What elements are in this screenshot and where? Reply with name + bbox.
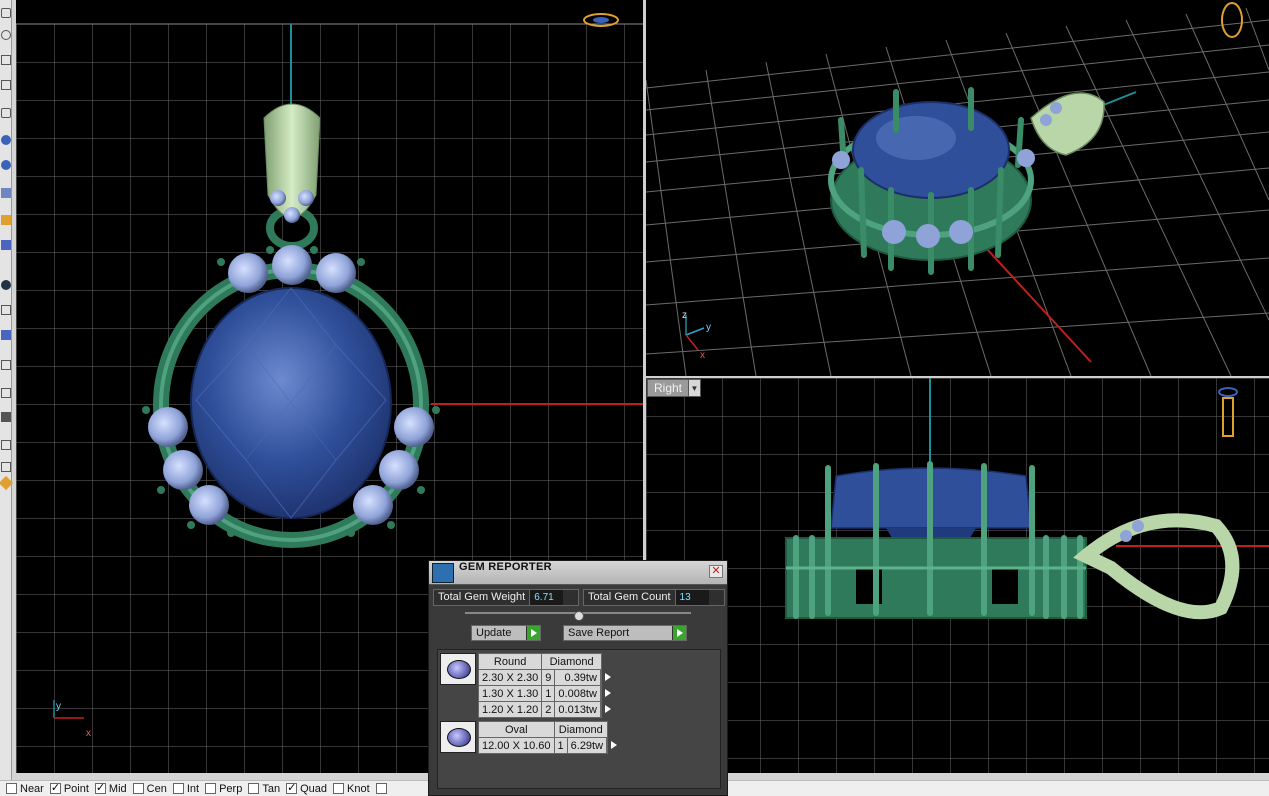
arc-tool-icon[interactable] [1, 108, 11, 118]
sphere-tool-icon[interactable] [1, 135, 11, 145]
play-icon [526, 626, 540, 640]
total-gem-weight: Total Gem Weight 6.71 [433, 589, 579, 606]
checkbox[interactable] [94, 781, 106, 794]
right-viewport[interactable] [646, 378, 1269, 773]
rotate-tool-icon[interactable] [1, 412, 11, 422]
table-header: Oval Diamond [478, 721, 609, 738]
panel-slider-knob[interactable] [574, 611, 584, 621]
select-row-button[interactable] [599, 669, 612, 686]
circle-tool-icon[interactable] [1, 30, 11, 40]
dialog-title: GEM REPORTER [459, 561, 552, 573]
checkbox[interactable] [172, 783, 184, 794]
gem-table: Oval Diamond 12.00 X 10.60 1 6.29tw [478, 721, 618, 754]
analyze-tool-icon[interactable] [0, 475, 14, 491]
table-row[interactable]: 1.30 X 1.30 1 0.008tw [477, 685, 612, 702]
box-tool-icon[interactable] [1, 80, 11, 90]
osnap-perp[interactable]: Perp [205, 783, 242, 795]
table-row[interactable]: 2.30 X 2.30 9 0.39tw [477, 669, 612, 686]
scale-tool-icon[interactable] [1, 440, 11, 450]
table-row[interactable]: 12.00 X 10.60 1 6.29tw [478, 737, 618, 754]
osnap-near[interactable]: Near [6, 783, 44, 795]
total-gem-count: Total Gem Count 13 [583, 589, 725, 606]
select-row-button[interactable] [599, 685, 612, 702]
mirror-tool-icon[interactable] [1, 462, 11, 472]
rhino-workspace: y x z y x Right ▼ Near ✓ Point ✓ Mid Cen… [0, 0, 1269, 796]
viewport-tab-label: Right [654, 381, 683, 395]
select-row-button[interactable] [606, 737, 618, 754]
persp-view-ring-icon[interactable] [1221, 2, 1243, 38]
gem-reporter-icon [432, 563, 454, 583]
move-tool-icon[interactable] [1, 388, 11, 398]
osnap-more[interactable] [375, 783, 390, 794]
gem-table: Round Diamond 2.30 X 2.30 9 0.39tw 1.30 … [477, 653, 612, 718]
persp-axis-x-label: x [700, 350, 705, 361]
checkbox[interactable] [248, 783, 260, 794]
dialog-titlebar[interactable]: GEM REPORTER ✕ [429, 561, 727, 585]
persp-axis-z-label: z [682, 310, 687, 321]
viewport-tab-right[interactable]: Right ▼ [647, 379, 702, 397]
play-icon [672, 626, 686, 640]
transform-tool-icon[interactable] [1, 305, 11, 315]
checkbox[interactable] [333, 783, 344, 794]
dimension-tool-icon[interactable] [1, 360, 11, 370]
osnap-quad[interactable]: Quad [286, 781, 327, 795]
osnap-mid[interactable]: Mid [94, 781, 127, 795]
save-report-button[interactable]: Save Report [563, 625, 687, 641]
curve-tool-icon[interactable] [1, 8, 11, 18]
gem-reporter-dialog: GEM REPORTER ✕ Total Gem Weight 6.71 Tot… [428, 560, 728, 796]
perspective-viewport-canvas: z y x [646, 2, 1269, 376]
total-gem-weight-value: 6.71 [529, 590, 564, 605]
osnap-cen[interactable]: Cen [132, 783, 167, 795]
array-tool-icon[interactable] [1, 330, 11, 340]
close-icon[interactable]: ✕ [709, 565, 723, 578]
select-row-button[interactable] [599, 701, 612, 718]
table-header: Round Diamond [477, 653, 602, 670]
checkbox[interactable] [6, 783, 17, 794]
gem-list: Round Diamond 2.30 X 2.30 9 0.39tw 1.30 … [437, 649, 721, 789]
osnap-point[interactable]: Point [49, 781, 89, 795]
osnap-knot[interactable]: Knot [333, 783, 370, 795]
point-tool-icon[interactable] [1, 280, 11, 290]
right-viewport-canvas [646, 378, 1269, 773]
round-gem-thumbnail[interactable] [440, 653, 476, 685]
update-button[interactable]: Update [471, 625, 541, 641]
solid-tool-icon[interactable] [1, 160, 11, 170]
osnap-tan[interactable]: Tan [248, 783, 280, 795]
checkbox[interactable] [132, 783, 144, 794]
table-row[interactable]: 1.20 X 1.20 2 0.013tw [477, 701, 612, 718]
chevron-down-icon[interactable]: ▼ [688, 380, 701, 396]
oval-gem-thumbnail[interactable] [440, 721, 476, 753]
pencil-tool-icon[interactable] [1, 215, 11, 225]
checkbox[interactable] [286, 781, 298, 794]
front-axis-x-label: x [86, 728, 91, 739]
surface-tool-icon[interactable] [1, 188, 11, 198]
front-axis-y-label: y [56, 701, 61, 712]
persp-axis-y-label: y [706, 322, 711, 333]
osnap-int[interactable]: Int [172, 783, 199, 795]
perspective-viewport[interactable]: z y x [646, 0, 1269, 376]
checkbox[interactable] [49, 781, 61, 794]
checkbox[interactable] [375, 783, 387, 794]
mesh-tool-icon[interactable] [1, 240, 11, 250]
rectangle-tool-icon[interactable] [1, 55, 11, 65]
checkbox[interactable] [205, 783, 217, 794]
total-gem-count-value: 13 [674, 590, 709, 605]
left-toolbar [0, 0, 14, 780]
